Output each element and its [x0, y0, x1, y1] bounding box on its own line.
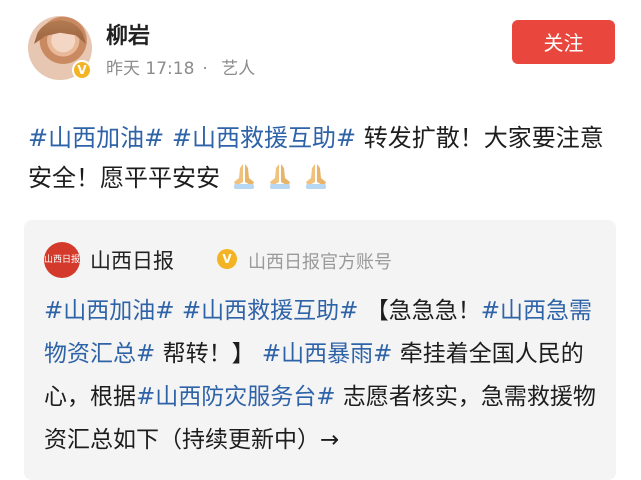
prayer-hands-icon [269, 164, 290, 189]
source-name[interactable]: 山西日报 [90, 245, 174, 275]
follow-button[interactable]: 关注 [512, 20, 615, 64]
hashtag-link[interactable]: #山西加油# [44, 298, 175, 324]
hashtag-link[interactable]: #山西加油# [28, 124, 164, 152]
repost-body: 【急急急！ [365, 298, 481, 324]
hashtag-link[interactable]: #山西救援互助# [172, 124, 356, 152]
post-text: #山西加油# #山西救援互助# 转发扩散！大家要注意安全！愿平平安安 [28, 118, 618, 198]
avatar[interactable]: V [28, 16, 92, 80]
verified-badge-icon: V [72, 60, 92, 80]
author-role: 艺人 [221, 59, 256, 79]
hashtag-link[interactable]: #山西救援互助# [182, 298, 359, 324]
verified-badge-icon: V [217, 249, 237, 269]
prayer-hands-icon [233, 164, 254, 189]
hashtag-link[interactable]: #山西防灾服务台# [136, 384, 336, 410]
repost-body: 帮转！】 [155, 341, 255, 367]
post-time: 昨天 17:18 [106, 59, 195, 79]
user-name[interactable]: 柳岩 [106, 18, 150, 50]
repost-card[interactable]: 山西日报 山西日报 V 山西日报官方账号 #山西加油# #山西救援互助# 【急急… [24, 220, 616, 480]
repost-text: #山西加油# #山西救援互助# 【急急急！#山西急需物资汇总# 帮转！】 #山西… [44, 290, 604, 462]
post-meta: 昨天 17:18 · 艺人 [106, 54, 263, 79]
source-description: 山西日报官方账号 [248, 252, 392, 273]
hashtag-link[interactable]: #山西暴雨# [262, 341, 393, 367]
post-header: V 柳岩 昨天 17:18 · 艺人 关注 [0, 0, 641, 100]
prayer-hands-icon [305, 164, 326, 189]
meta-separator: · [202, 59, 208, 79]
avatar-hair [34, 20, 86, 44]
source-logo[interactable]: 山西日报 [44, 242, 80, 278]
